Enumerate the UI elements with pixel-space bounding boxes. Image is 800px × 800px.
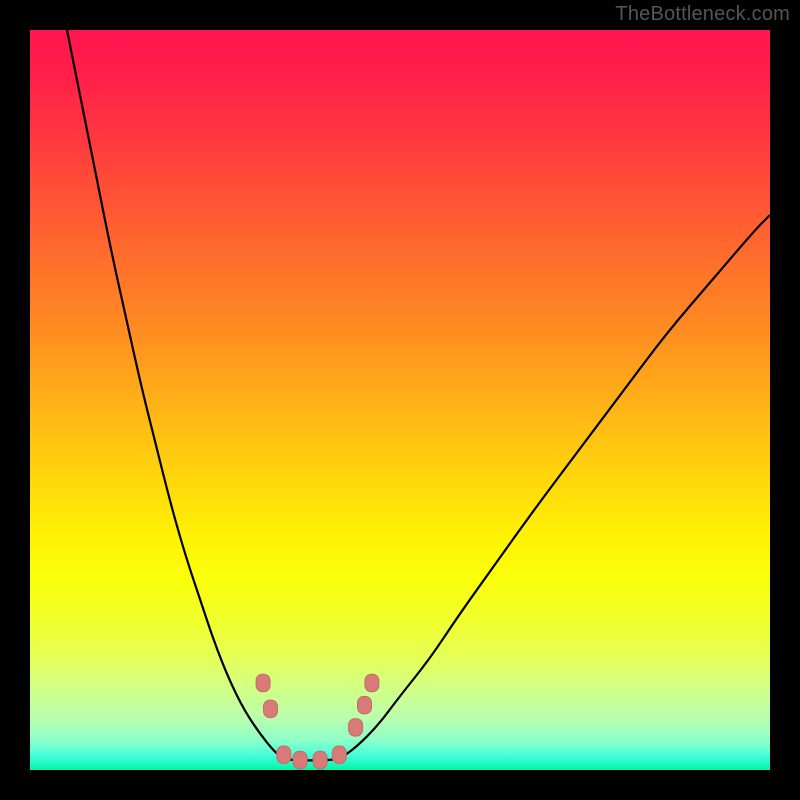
data-marker [332,746,346,764]
data-marker [264,700,278,718]
chart-frame: TheBottleneck.com [0,0,800,800]
data-marker [293,751,307,769]
data-marker [277,746,291,764]
data-marker [358,696,372,714]
data-marker [365,674,379,692]
attribution-label: TheBottleneck.com [615,3,790,26]
bottleneck-curve [30,30,770,770]
data-marker [256,674,270,692]
curve-path [67,30,770,760]
plot-area [30,30,770,770]
data-marker [313,751,327,769]
data-marker [349,719,363,737]
marker-group [256,674,379,769]
